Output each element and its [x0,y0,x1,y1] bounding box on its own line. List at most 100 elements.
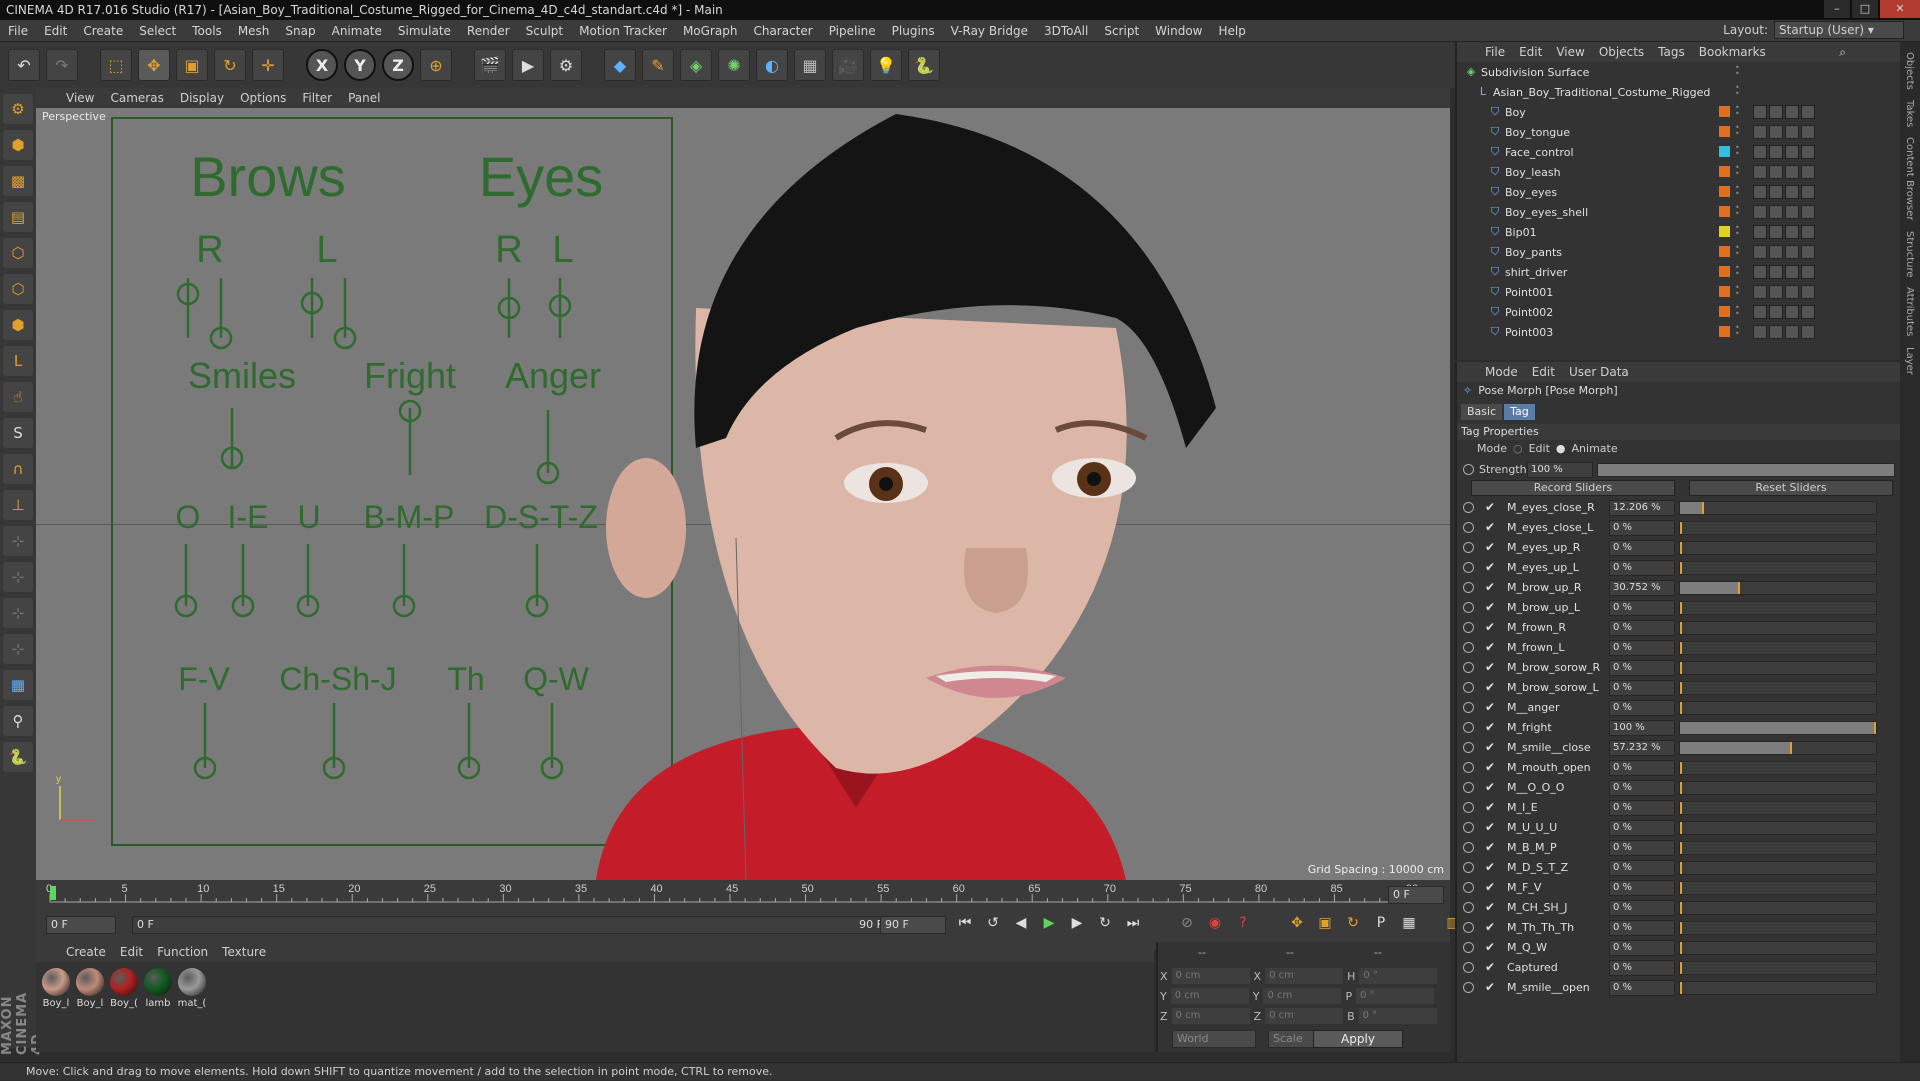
size-x-field[interactable]: 0 cm [1265,968,1344,984]
morph-slider[interactable] [1679,661,1877,675]
object-menu-edit[interactable]: Edit [1519,45,1542,59]
morph-value-field[interactable]: 0 % [1609,820,1675,836]
anim-keyframe-icon[interactable] [1463,722,1474,733]
prev-key-icon[interactable]: ↺ [982,912,1004,934]
layout-dropdown[interactable]: Startup (User) ▾ [1774,21,1904,39]
tag-icon[interactable] [1753,185,1767,199]
tag-icon[interactable] [1769,205,1783,219]
edit-render-settings-icon[interactable]: ⚙ [550,49,582,81]
tag-icon[interactable] [1785,325,1799,339]
tag-icon[interactable] [1769,265,1783,279]
checkmark-icon[interactable]: ✔ [1485,540,1495,554]
tag-icon[interactable] [1801,165,1815,179]
layer-color-swatch[interactable] [1719,246,1730,257]
object-row[interactable]: ◈ Subdivision Surface • • [1457,62,1900,82]
morph-slider-handle[interactable] [1680,622,1682,634]
menu-3dtoall[interactable]: 3DToAll [1036,24,1096,38]
rot-p-field[interactable]: 0 ° [1356,988,1435,1004]
anim-keyframe-icon[interactable] [1463,762,1474,773]
move-tool-icon[interactable]: ✥ [138,49,170,81]
array-icon[interactable]: ✺ [718,49,750,81]
tag-icon[interactable] [1785,105,1799,119]
tag-icon[interactable] [1801,125,1815,139]
morph-value-field[interactable]: 0 % [1609,980,1675,996]
checkmark-icon[interactable]: ✔ [1485,880,1495,894]
morph-value-field[interactable]: 0 % [1609,920,1675,936]
menu-character[interactable]: Character [745,24,820,38]
morph-value-field[interactable]: 0 % [1609,880,1675,896]
sidetab-attributes[interactable]: Attributes [1904,287,1915,336]
checkmark-icon[interactable]: ✔ [1485,860,1495,874]
floor-icon[interactable]: ▦ [794,49,826,81]
tag-icon[interactable] [1785,225,1799,239]
render-picture-viewer-icon[interactable]: ▶ [512,49,544,81]
tag-icon[interactable] [1753,105,1767,119]
viewport-menu-panel[interactable]: Panel [348,91,380,105]
object-menu-tags[interactable]: Tags [1658,45,1685,59]
strength-slider[interactable] [1597,463,1895,477]
start-frame-field[interactable]: 0 F [46,916,116,934]
checkmark-icon[interactable]: ✔ [1485,900,1495,914]
morph-slider-handle[interactable] [1680,682,1682,694]
morph-slider-handle[interactable] [1738,582,1741,594]
morph-slider-handle[interactable] [1680,602,1682,614]
anim-keyframe-icon[interactable] [1463,622,1474,633]
visibility-dots-icon[interactable]: • • [1735,184,1740,198]
tag-icon[interactable] [1769,245,1783,259]
record-sliders-button[interactable]: Record Sliders [1471,480,1675,496]
checkmark-icon[interactable]: ✔ [1485,700,1495,714]
undo-icon[interactable]: ↶ [8,49,40,81]
morph-slider[interactable] [1679,921,1877,935]
visibility-dots-icon[interactable]: • • [1735,204,1740,218]
object-menu-view[interactable]: View [1556,45,1584,59]
tab-tag[interactable]: Tag [1504,404,1535,420]
object-row[interactable]: ⛉ Face_control • • [1457,142,1900,162]
visibility-dots-icon[interactable]: • • [1735,244,1740,258]
morph-slider[interactable] [1679,901,1877,915]
anim-keyframe-icon[interactable] [1463,502,1474,513]
keyframe-selection-icon[interactable]: ? [1232,912,1254,934]
morph-slider[interactable] [1679,601,1877,615]
morph-slider-handle[interactable] [1701,502,1704,514]
menu-mograph[interactable]: MoGraph [675,24,746,38]
axis-mode-icon[interactable]: L [3,346,33,376]
anim-keyframe-icon[interactable] [1463,822,1474,833]
morph-value-field[interactable]: 0 % [1609,840,1675,856]
morph-slider[interactable] [1679,721,1877,735]
tag-icon[interactable] [1801,265,1815,279]
tag-icon[interactable] [1753,125,1767,139]
minimize-icon[interactable]: – [1824,0,1850,18]
tag-icon[interactable] [1801,325,1815,339]
anim-keyframe-icon[interactable] [1463,702,1474,713]
texture-mode-icon[interactable]: ▩ [3,166,33,196]
checkmark-icon[interactable]: ✔ [1485,620,1495,634]
sidetab-takes[interactable]: Takes [1904,100,1915,127]
object-row[interactable]: ⛉ Boy_tongue • • [1457,122,1900,142]
pos-z-field[interactable]: 0 cm [1171,1008,1250,1024]
morph-slider-handle[interactable] [1680,982,1682,994]
morph-value-field[interactable]: 12.206 % [1609,500,1675,516]
layer-color-swatch[interactable] [1719,306,1730,317]
layer-color-swatch[interactable] [1719,126,1730,137]
morph-slider[interactable] [1679,881,1877,895]
material-item[interactable]: Boy_( [108,968,140,1009]
object-row[interactable]: L Asian_Boy_Traditional_Costume_Rigged • • [1457,82,1900,102]
material-item[interactable]: Boy_l [74,968,106,1009]
tag-icon[interactable] [1801,285,1815,299]
object-row[interactable]: ⛉ shirt_driver • • [1457,262,1900,282]
material-item[interactable]: mat_( [176,968,208,1009]
end-frame-field[interactable]: 90 F [880,916,946,934]
tag-icon[interactable] [1769,145,1783,159]
menu-vray-bridge[interactable]: V-Ray Bridge [943,24,1036,38]
morph-value-field[interactable]: 30.752 % [1609,580,1675,596]
morph-slider-handle[interactable] [1680,922,1682,934]
anim-keyframe-icon[interactable] [1463,642,1474,653]
morph-slider-handle[interactable] [1680,942,1682,954]
layer-color-swatch[interactable] [1719,326,1730,337]
points-mode-icon[interactable]: ⬡ [3,238,33,268]
visibility-dots-icon[interactable]: • • [1735,304,1740,318]
tag-icon[interactable] [1753,145,1767,159]
menu-render[interactable]: Render [459,24,518,38]
y-axis-icon[interactable]: Y [344,49,376,81]
morph-slider-handle[interactable] [1680,762,1682,774]
